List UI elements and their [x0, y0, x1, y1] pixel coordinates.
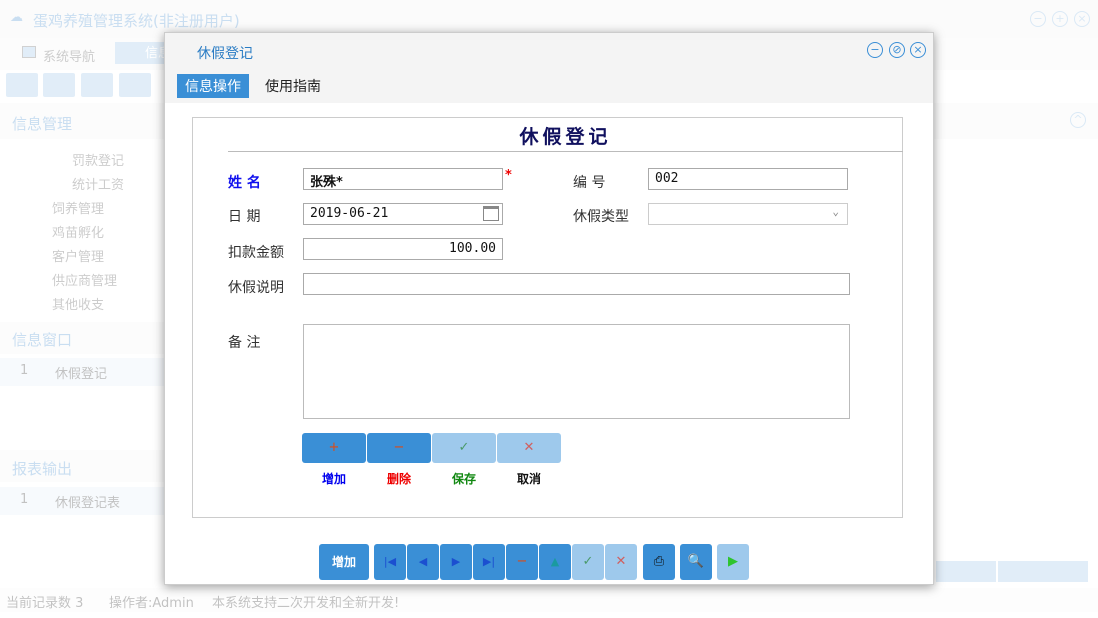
list-item[interactable]: 1休假登记表	[0, 487, 164, 515]
tree-item[interactable]: 统计工资	[72, 174, 124, 193]
app-logo-icon: ☁	[10, 10, 23, 25]
section-info-window: 信息窗口	[12, 329, 72, 350]
list-item[interactable]: 1休假登记	[0, 358, 164, 386]
remark-label: 备 注	[228, 332, 260, 352]
add-icon-button[interactable]: +	[302, 433, 366, 463]
deduct-input[interactable]: 100.00	[303, 238, 503, 260]
tab-user-guide[interactable]: 使用指南	[265, 76, 321, 96]
preview-icon[interactable]: 🔍	[680, 544, 712, 580]
run-icon[interactable]: ▶	[717, 544, 749, 580]
undo-button[interactable]: ✕	[605, 544, 637, 580]
save-label[interactable]: 保存	[432, 470, 496, 487]
confirm-button[interactable]: ✓	[572, 544, 604, 580]
date-input[interactable]: 2019-06-21	[303, 203, 503, 225]
desc-label: 休假说明	[228, 277, 284, 297]
tree-item[interactable]: 罚款登记	[72, 150, 124, 169]
code-input[interactable]: 002	[648, 168, 848, 190]
add-button[interactable]: 增加	[319, 544, 369, 580]
tab-info-operation[interactable]: 信息操作	[177, 74, 249, 98]
minimize-icon[interactable]: −	[1030, 11, 1046, 27]
restore-icon[interactable]: ⊘	[889, 42, 905, 58]
nav-icon	[22, 46, 36, 58]
leave-type-select[interactable]: ⌄	[648, 203, 848, 225]
required-mark: *	[505, 168, 512, 183]
form-heading: 休假登记	[228, 122, 903, 149]
deduct-label: 扣款金额	[228, 242, 284, 262]
delete-icon-button[interactable]: −	[367, 433, 431, 463]
leave-registration-dialog: 休假登记 − ⊘ × 信息操作 使用指南 休假登记 姓 名 张殊* * 编 号 …	[164, 32, 934, 585]
tree-folder[interactable]: 鸡苗孵化	[52, 222, 104, 241]
cancel-label[interactable]: 取消	[497, 470, 561, 487]
next-record-button[interactable]: ▶	[440, 544, 472, 580]
section-info-mgmt: 信息管理	[12, 113, 72, 134]
collapse-icon[interactable]: ^	[1070, 112, 1086, 128]
delete-label[interactable]: 删除	[367, 470, 431, 487]
desc-input[interactable]	[303, 273, 850, 295]
edit-record-button[interactable]: ▲	[539, 544, 571, 580]
calendar-icon[interactable]	[483, 206, 499, 221]
section-report: 报表输出	[12, 458, 72, 479]
add-label[interactable]: 增加	[302, 470, 366, 487]
code-label: 编 号	[573, 172, 605, 192]
tree-folder[interactable]: 饲养管理	[52, 198, 104, 217]
tool-button[interactable]	[43, 73, 75, 97]
form-panel: 休假登记 姓 名 张殊* * 编 号 002 日 期 2019-06-21 休假…	[192, 117, 903, 518]
chevron-down-icon: ⌄	[832, 205, 839, 218]
dialog-title: 休假登记	[197, 43, 253, 63]
remark-textarea[interactable]	[303, 324, 850, 419]
record-count: 当前记录数 3	[6, 592, 83, 611]
tree-folder[interactable]: 其他收支	[52, 294, 104, 313]
maximize-icon[interactable]: +	[1052, 11, 1068, 27]
document-tool-button[interactable]	[81, 73, 113, 97]
search-tool-button[interactable]	[6, 73, 38, 97]
leave-type-label: 休假类型	[573, 206, 629, 226]
name-input[interactable]: 张殊*	[303, 168, 503, 190]
tree-folder[interactable]: 供应商管理	[52, 270, 117, 289]
user-tool-button[interactable]	[119, 73, 151, 97]
close-icon[interactable]: ×	[910, 42, 926, 58]
date-label: 日 期	[228, 206, 260, 226]
first-record-button[interactable]: |◀	[374, 544, 406, 580]
tree-folder[interactable]: 客户管理	[52, 246, 104, 265]
print-icon[interactable]: ⎙	[643, 544, 675, 580]
prev-record-button[interactable]: ◀	[407, 544, 439, 580]
last-record-button[interactable]: ▶|	[473, 544, 505, 580]
close-icon[interactable]: ×	[1074, 11, 1090, 27]
tab-system-nav[interactable]: 系统导航	[43, 46, 95, 65]
cancel-icon-button[interactable]: ✕	[497, 433, 561, 463]
app-title: 蛋鸡养殖管理系统(非注册用户)	[33, 10, 240, 31]
minimize-icon[interactable]: −	[867, 42, 883, 58]
name-label: 姓 名	[228, 172, 261, 192]
operator: 操作者:Admin	[109, 592, 194, 611]
delete-record-button[interactable]: −	[506, 544, 538, 580]
status-note: 本系统支持二次开发和全新开发!	[212, 592, 399, 611]
save-icon-button[interactable]: ✓	[432, 433, 496, 463]
